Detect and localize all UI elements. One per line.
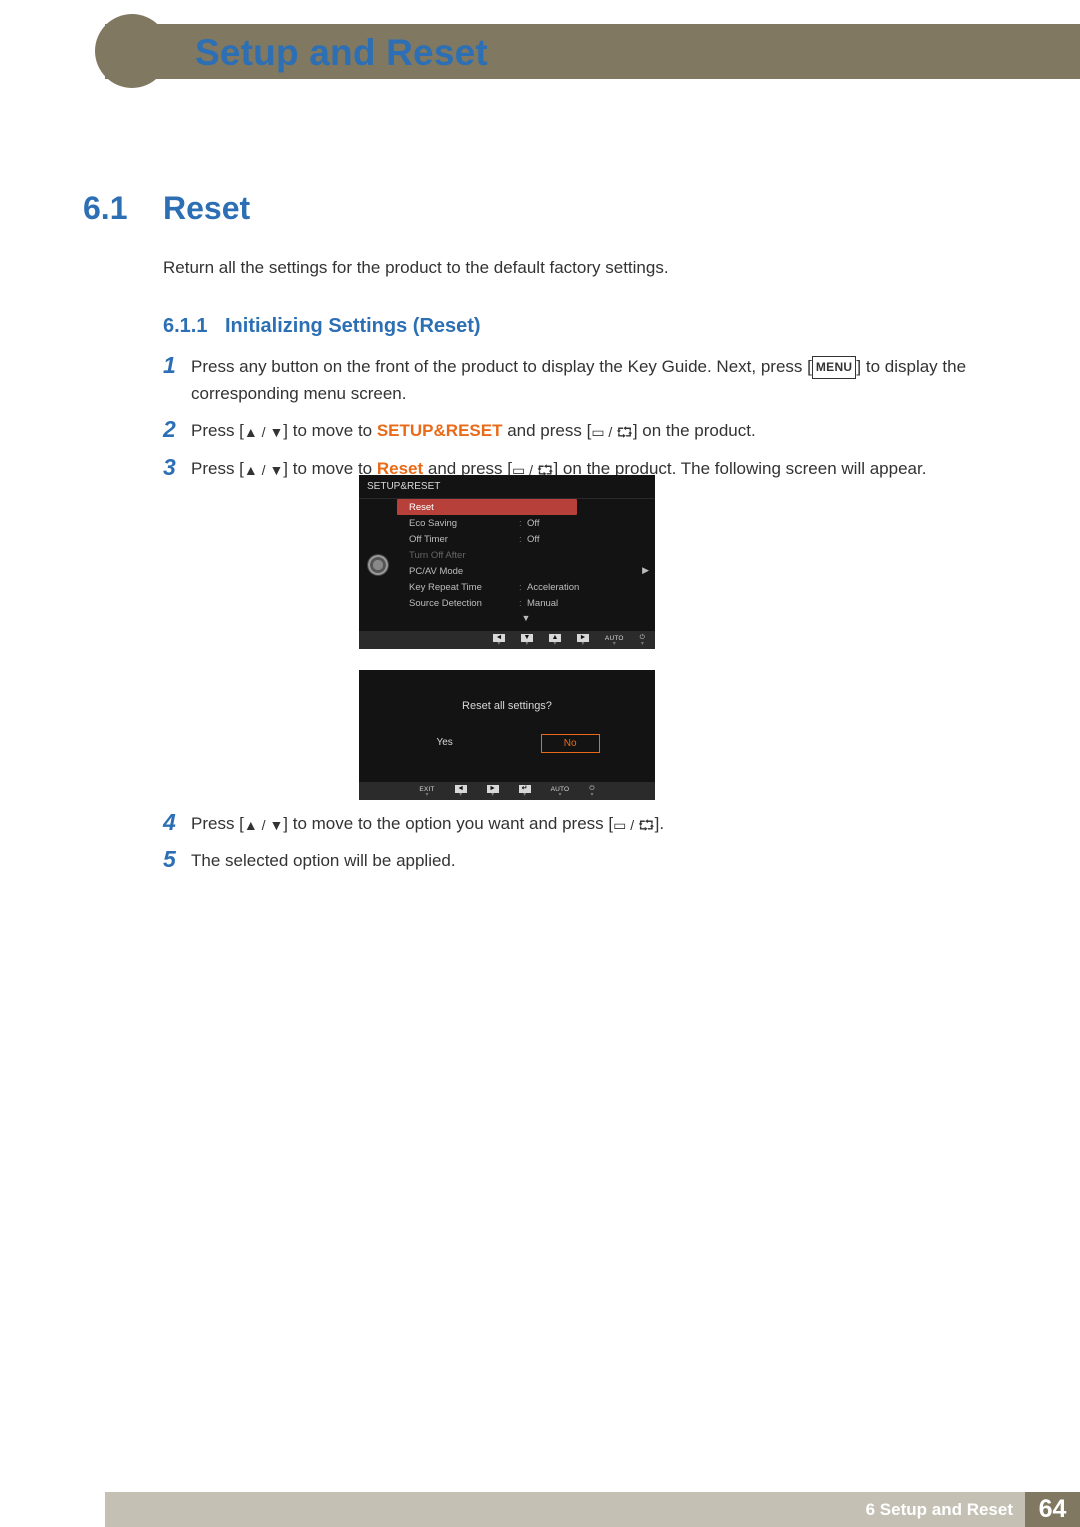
step-body: Press [▲ / ▼] to move to SETUP&RESET and…	[191, 417, 1000, 444]
chevron-right-icon: ▶	[642, 565, 649, 576]
key-left: ◄▾	[455, 785, 467, 797]
key-power-icon: ⏻▾	[640, 634, 645, 646]
text: ] on the product.	[633, 421, 756, 440]
page-footer: 6 Setup and Reset 64	[105, 1492, 1080, 1527]
key-up: ▲▾	[549, 634, 561, 646]
value: Off	[527, 534, 655, 545]
enter-icon: ⮔	[638, 817, 655, 833]
label: Source Detection	[409, 598, 519, 609]
section-number: 6.1	[83, 190, 127, 227]
up-icon: ▲	[244, 424, 258, 440]
key-power-icon: ⏻▾	[589, 785, 594, 797]
key-exit: EXIT▾	[419, 786, 434, 797]
section-intro: Return all the settings for the product …	[163, 258, 669, 278]
subsection-number: 6.1.1	[163, 315, 207, 338]
step-4: 4 Press [▲ / ▼] to move to the option yo…	[163, 810, 1000, 837]
key-auto: AUTO▾	[605, 635, 624, 646]
osd-item-off-timer: Off Timer : Off	[397, 531, 655, 547]
osd-item-turn-off-after: Turn Off After	[397, 547, 655, 563]
osd-title: SETUP&RESET	[359, 475, 655, 499]
chapter-circle-icon	[95, 14, 169, 88]
step-1: 1 Press any button on the front of the p…	[163, 353, 1000, 407]
down-icon: ▼	[269, 462, 283, 478]
menu-key: MENU	[812, 356, 857, 379]
label: Reset	[409, 502, 519, 513]
value: Off	[527, 518, 655, 529]
slash: /	[258, 424, 270, 440]
chapter-title: Setup and Reset	[195, 32, 488, 74]
osd-confirm-screenshot: Reset all settings? Yes No EXIT▾ ◄▾ ►▾ ↵…	[359, 670, 655, 800]
key-left: ◄▾	[493, 634, 505, 646]
step-number: 4	[163, 810, 191, 835]
keyword: SETUP&RESET	[377, 421, 503, 440]
text: ] to move to	[283, 421, 377, 440]
label: PC/AV Mode	[409, 566, 519, 577]
yes-option: Yes	[414, 734, 474, 753]
label: Eco Saving	[409, 518, 519, 529]
down-icon: ▼	[269, 817, 283, 833]
step-number: 3	[163, 455, 191, 480]
osd-item-pc-av-mode: PC/AV Mode	[397, 563, 655, 579]
steps-list-lower: 4 Press [▲ / ▼] to move to the option yo…	[163, 810, 1000, 884]
value: Acceleration	[527, 582, 655, 593]
osd-item-reset: Reset	[397, 499, 577, 515]
section-title: Reset	[163, 190, 250, 227]
slash: /	[605, 424, 617, 440]
label: Key Repeat Time	[409, 582, 519, 593]
step-number: 2	[163, 417, 191, 442]
key-auto: AUTO▾	[551, 786, 570, 797]
osd-footer-keys: ◄▾ ▼▾ ▲▾ ►▾ AUTO▾ ⏻▾	[359, 631, 655, 649]
key-down: ▼▾	[521, 634, 533, 646]
key-right: ►▾	[487, 785, 499, 797]
osd-item-key-repeat-time: Key Repeat Time : Acceleration	[397, 579, 655, 595]
text: ] to move to the option you want and pre…	[283, 814, 613, 833]
osd-item-eco-saving: Eco Saving : Off	[397, 515, 655, 531]
label: Turn Off After	[409, 550, 519, 561]
step-number: 5	[163, 847, 191, 872]
osd-sidebar	[359, 499, 397, 631]
text: ].	[655, 814, 664, 833]
label: Off Timer	[409, 534, 519, 545]
step-body: Press [▲ / ▼] to move to the option you …	[191, 810, 1000, 837]
step-body: Press any button on the front of the pro…	[191, 353, 1000, 407]
step-number: 1	[163, 353, 191, 378]
confirm-question: Reset all settings?	[359, 670, 655, 712]
slash: /	[258, 817, 270, 833]
key-enter: ↵▾	[519, 785, 531, 797]
slash: /	[258, 462, 270, 478]
enter-icon: ⮔	[616, 424, 633, 440]
key-right: ►▾	[577, 634, 589, 646]
text: Press [	[191, 459, 244, 478]
up-icon: ▲	[244, 817, 258, 833]
text: Press [	[191, 421, 244, 440]
text: Press [	[191, 814, 244, 833]
value: Manual	[527, 598, 655, 609]
footer-label: 6 Setup and Reset	[866, 1492, 1025, 1527]
rect-icon: ▭	[591, 424, 604, 440]
subsection-title: Initializing Settings (Reset)	[225, 315, 481, 338]
text: Press any button on the front of the pro…	[191, 357, 812, 376]
steps-list-upper: 1 Press any button on the front of the p…	[163, 353, 1000, 492]
gear-icon	[368, 555, 388, 575]
rect-icon: ▭	[613, 817, 626, 833]
osd-item-source-detection: Source Detection : Manual	[397, 595, 655, 611]
no-option: No	[541, 734, 600, 753]
text: and press [	[502, 421, 591, 440]
slash: /	[626, 817, 638, 833]
page-number: 64	[1025, 1492, 1080, 1527]
chevron-down-icon: ▼	[397, 613, 655, 623]
down-icon: ▼	[269, 424, 283, 440]
up-icon: ▲	[244, 462, 258, 478]
osd-menu-list: Reset Eco Saving : Off Off Timer : Off T…	[397, 499, 655, 631]
step-body: The selected option will be applied.	[191, 847, 1000, 874]
osd-footer-keys: EXIT▾ ◄▾ ►▾ ↵▾ AUTO▾ ⏻▾	[359, 782, 655, 800]
osd-menu-screenshot: SETUP&RESET Reset Eco Saving : Off Off T…	[359, 475, 655, 649]
step-2: 2 Press [▲ / ▼] to move to SETUP&RESET a…	[163, 417, 1000, 444]
step-5: 5 The selected option will be applied.	[163, 847, 1000, 874]
